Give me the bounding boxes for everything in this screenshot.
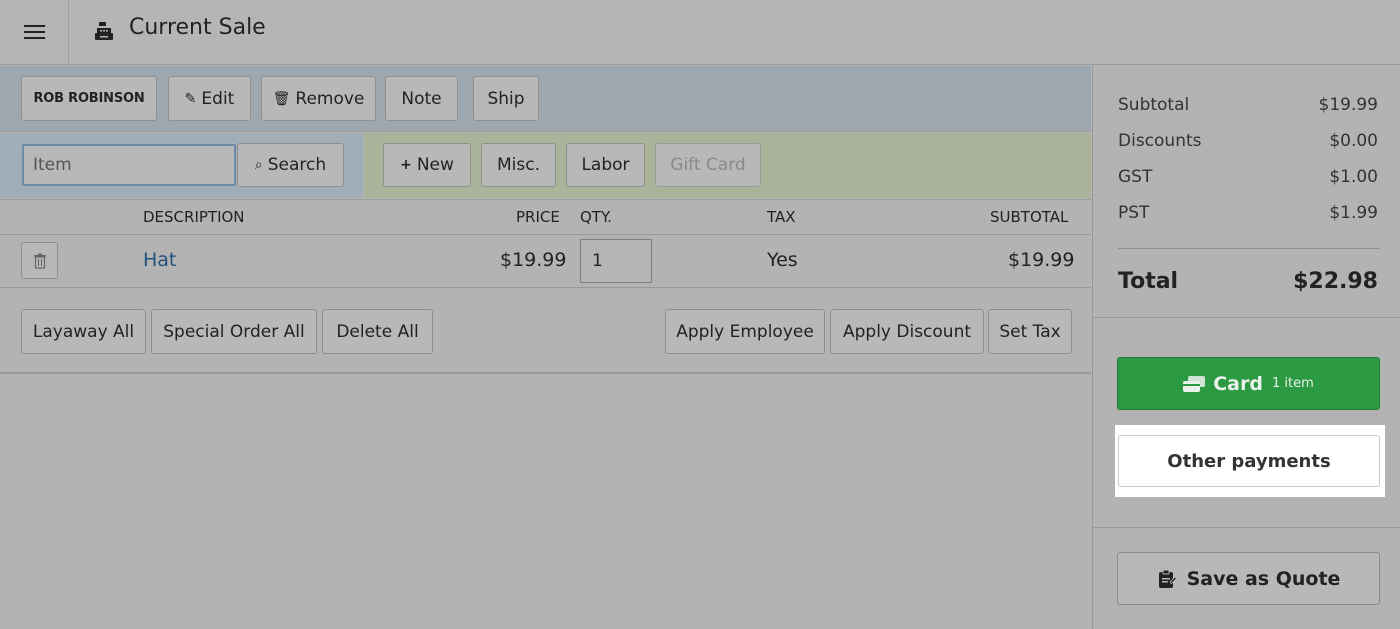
- gst-value: $1.00: [1329, 167, 1378, 187]
- total-label: Total: [1118, 269, 1179, 294]
- item-price: $19.99: [500, 249, 567, 271]
- gst-label: GST: [1118, 167, 1153, 187]
- delete-line-button[interactable]: [21, 242, 58, 279]
- edit-label: Edit: [201, 88, 235, 109]
- new-item-button[interactable]: + New: [383, 143, 471, 187]
- sale-summary-panel: Subtotal $19.99 Discounts $0.00 GST $1.0…: [1092, 66, 1400, 629]
- pencil-icon: ✎: [184, 90, 197, 107]
- customer-bar: ROB ROBINSON ✎ Edit 🗑 Remove Note Ship: [0, 66, 1091, 132]
- section-divider: [1093, 317, 1400, 318]
- cash-register-icon: [95, 22, 113, 40]
- gift-card-button[interactable]: Gift Card: [655, 143, 761, 187]
- labor-button[interactable]: Labor: [566, 143, 645, 187]
- plus-icon: +: [400, 157, 412, 173]
- gst-row: GST $1.00: [1118, 167, 1378, 187]
- total-row: Total $22.98: [1118, 269, 1378, 294]
- edit-customer-button[interactable]: ✎ Edit: [168, 76, 251, 121]
- pst-row: PST $1.99: [1118, 203, 1378, 223]
- item-subtotal: $19.99: [1008, 249, 1075, 271]
- card-payment-button[interactable]: Card 1 item: [1117, 357, 1380, 410]
- note-button[interactable]: Note: [385, 76, 458, 121]
- line-items-table-header: DESCRIPTION PRICE QTY. TAX SUBTOTAL: [0, 199, 1091, 235]
- apply-discount-button[interactable]: Apply Discount: [830, 309, 984, 354]
- search-button[interactable]: ⌕ Search: [237, 143, 344, 187]
- summary-divider: [1118, 248, 1380, 249]
- credit-card-icon: [1183, 375, 1206, 392]
- section-divider: [1093, 527, 1400, 528]
- other-payments-button[interactable]: Other payments: [1118, 435, 1380, 487]
- misc-button[interactable]: Misc.: [481, 143, 556, 187]
- pst-value: $1.99: [1329, 203, 1378, 223]
- qty-header: QTY.: [580, 208, 612, 226]
- search-label: Search: [267, 155, 327, 175]
- price-header: PRICE: [516, 208, 560, 226]
- special-order-all-button[interactable]: Special Order All: [151, 309, 317, 354]
- customer-name-button[interactable]: ROB ROBINSON: [21, 76, 157, 121]
- remove-customer-button[interactable]: 🗑 Remove: [261, 76, 376, 121]
- top-header: Current Sale: [0, 0, 1400, 65]
- apply-employee-button[interactable]: Apply Employee: [665, 309, 825, 354]
- save-as-quote-button[interactable]: Save as Quote: [1117, 552, 1380, 605]
- delete-all-button[interactable]: Delete All: [322, 309, 433, 354]
- ship-button[interactable]: Ship: [473, 76, 539, 121]
- item-description-link[interactable]: Hat: [143, 249, 176, 271]
- trash-icon: [33, 253, 46, 269]
- description-header: DESCRIPTION: [143, 208, 245, 226]
- card-item-count: 1 item: [1271, 376, 1314, 391]
- trash-icon: 🗑: [272, 90, 291, 107]
- pst-label: PST: [1118, 203, 1150, 223]
- save-as-quote-label: Save as Quote: [1186, 567, 1341, 590]
- discounts-value: $0.00: [1329, 131, 1378, 151]
- new-label: New: [416, 155, 454, 175]
- hamburger-menu-icon: [23, 25, 45, 40]
- quantity-input[interactable]: 1: [580, 239, 652, 283]
- layaway-all-button[interactable]: Layaway All: [21, 309, 146, 354]
- search-icon: ⌕: [254, 157, 263, 173]
- sale-actions-bar: Layaway All Special Order All Delete All…: [0, 289, 1091, 374]
- item-search-input[interactable]: Item: [22, 144, 236, 186]
- subtotal-row: Subtotal $19.99: [1118, 95, 1378, 115]
- discounts-label: Discounts: [1118, 131, 1202, 151]
- remove-label: Remove: [295, 88, 365, 109]
- table-row: Hat $19.99 1 Yes $19.99: [0, 236, 1091, 288]
- page-title: Current Sale: [129, 15, 266, 40]
- card-label: Card: [1213, 372, 1263, 395]
- subtotal-label: Subtotal: [1118, 95, 1190, 115]
- subtotal-header: SUBTOTAL: [990, 208, 1069, 226]
- hamburger-menu-button[interactable]: [0, 0, 69, 65]
- clipboard-icon: [1158, 569, 1177, 588]
- set-tax-button[interactable]: Set Tax: [988, 309, 1072, 354]
- total-value: $22.98: [1293, 269, 1378, 294]
- item-tax: Yes: [767, 249, 798, 271]
- tax-header: TAX: [767, 208, 796, 226]
- subtotal-value: $19.99: [1318, 95, 1378, 115]
- discounts-row: Discounts $0.00: [1118, 131, 1378, 151]
